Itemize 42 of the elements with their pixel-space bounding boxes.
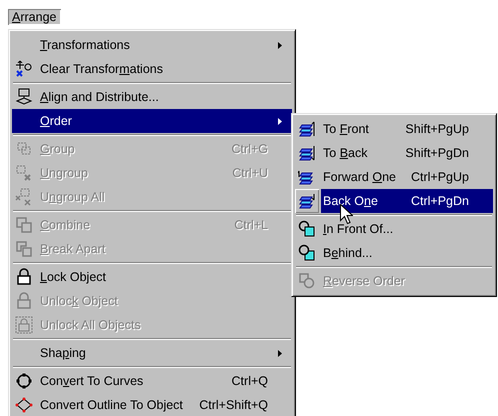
shapes-in-front-icon	[298, 220, 316, 238]
mouse-pointer-icon	[340, 204, 353, 225]
menu-item[interactable]: Order	[12, 109, 292, 133]
layers-to-front-icon	[298, 120, 316, 138]
break-apart-icon	[15, 240, 33, 258]
shortcut-text: Shift+PgDn	[405, 144, 470, 162]
menu-item[interactable]: Shaping	[12, 341, 292, 365]
unlock-icon	[15, 292, 33, 310]
shortcut-text: Ctrl+G	[232, 140, 269, 158]
shortcut-text: Ctrl+U	[232, 164, 269, 182]
menu-item[interactable]: Convert Outline To Object Ctrl+Shift+Q	[12, 393, 292, 416]
layers-back-icon	[298, 192, 316, 210]
combine-icon	[15, 216, 33, 234]
menu-bar-item[interactable]: Arrange	[8, 9, 62, 25]
shortcut-text: Ctrl+Q	[232, 372, 269, 390]
menu-item[interactable]: Transformations	[12, 33, 292, 57]
shortcut-text: Ctrl+PgUp	[410, 168, 470, 186]
menu-item[interactable]: Forward One Ctrl+PgUp	[295, 165, 493, 189]
reverse-order-icon	[298, 272, 316, 290]
align-distribute-icon	[15, 88, 33, 106]
shapes-behind-icon	[298, 244, 316, 262]
menu-item[interactable]: To Back Shift+PgDn	[295, 141, 493, 165]
circle-nodes-icon	[15, 372, 33, 390]
shortcut-text: Ctrl+Shift+Q	[199, 396, 269, 414]
ungroup-icon	[15, 164, 33, 182]
diamond-nodes-icon	[15, 396, 33, 414]
menu-item[interactable]: Align and Distribute...	[12, 85, 292, 109]
unlock-all-icon	[15, 316, 33, 334]
shortcut-text: Ctrl+L	[234, 216, 269, 234]
ungroup-all-icon	[15, 188, 33, 206]
shortcut-text: Shift+PgUp	[405, 120, 470, 138]
menu-item[interactable]: Convert To Curves Ctrl+Q	[12, 369, 292, 393]
menu-item[interactable]: Behind...	[295, 241, 493, 265]
shortcut-text: Ctrl+PgDn	[410, 192, 470, 210]
menu-item[interactable]: In Front Of...	[295, 217, 493, 241]
lock-icon	[15, 268, 33, 286]
layers-forward-icon	[298, 168, 316, 186]
menu-item[interactable]: Lock Object	[12, 265, 292, 289]
move-clear-icon	[15, 60, 33, 78]
layers-to-back-icon	[298, 144, 316, 162]
menu-item[interactable]: To Front Shift+PgUp	[295, 117, 493, 141]
menu-item[interactable]: Clear Transformations	[12, 57, 292, 81]
